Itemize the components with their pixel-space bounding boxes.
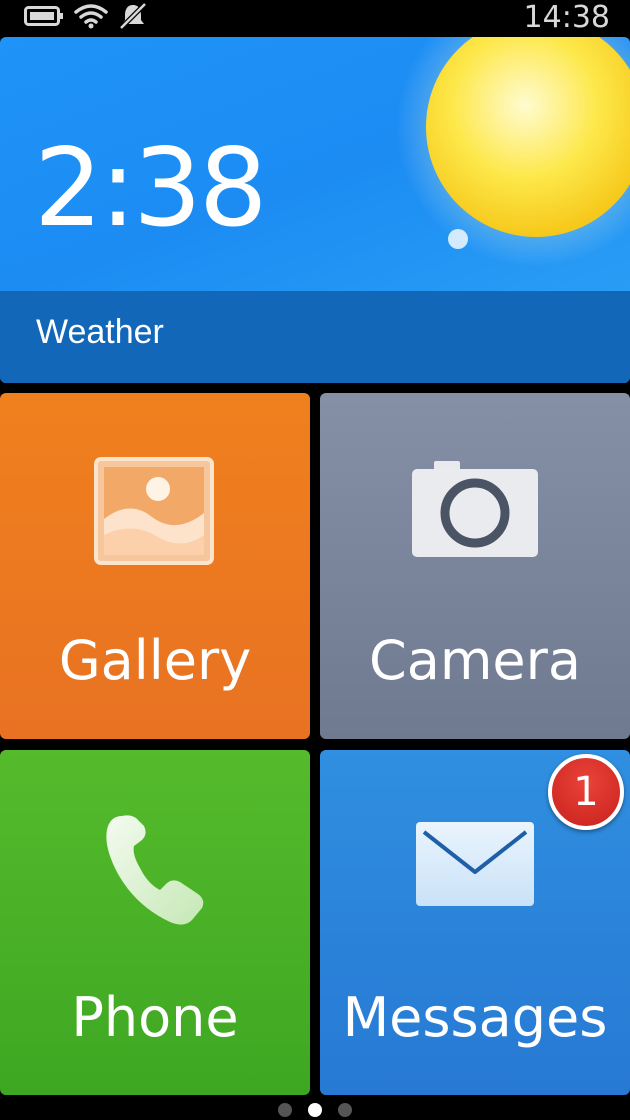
camera-icon	[412, 461, 538, 557]
weather-footer: Weather	[0, 291, 630, 383]
page-dot-2[interactable]	[308, 1103, 322, 1117]
page-indicator[interactable]	[0, 1100, 630, 1120]
messages-label: Messages	[342, 986, 608, 1049]
page-dot-3[interactable]	[338, 1103, 352, 1117]
picture-icon	[94, 457, 214, 565]
gallery-label: Gallery	[58, 629, 252, 692]
gallery-tile[interactable]: Gallery	[0, 393, 310, 739]
mute-icon	[118, 1, 148, 35]
status-clock: 14:38	[523, 0, 610, 35]
envelope-icon	[416, 822, 534, 906]
sun-icon	[398, 37, 630, 267]
weather-clock: 2:38	[34, 126, 268, 251]
status-bar: 14:38	[0, 0, 630, 36]
phone-handset-icon	[106, 815, 204, 925]
home-screen: 14:38 2:38 Weather Gallery Camera Phone …	[0, 0, 630, 1120]
phone-tile[interactable]: Phone	[0, 750, 310, 1095]
status-icons	[24, 1, 148, 35]
camera-tile[interactable]: Camera	[320, 393, 630, 739]
page-dot-1[interactable]	[278, 1103, 292, 1117]
wifi-icon	[74, 3, 108, 34]
battery-icon	[24, 5, 64, 32]
messages-unread-badge: 1	[548, 754, 624, 830]
camera-label: Camera	[369, 629, 581, 692]
weather-label: Weather	[36, 313, 164, 351]
phone-label: Phone	[71, 986, 239, 1049]
weather-tile[interactable]: 2:38 Weather	[0, 37, 630, 383]
